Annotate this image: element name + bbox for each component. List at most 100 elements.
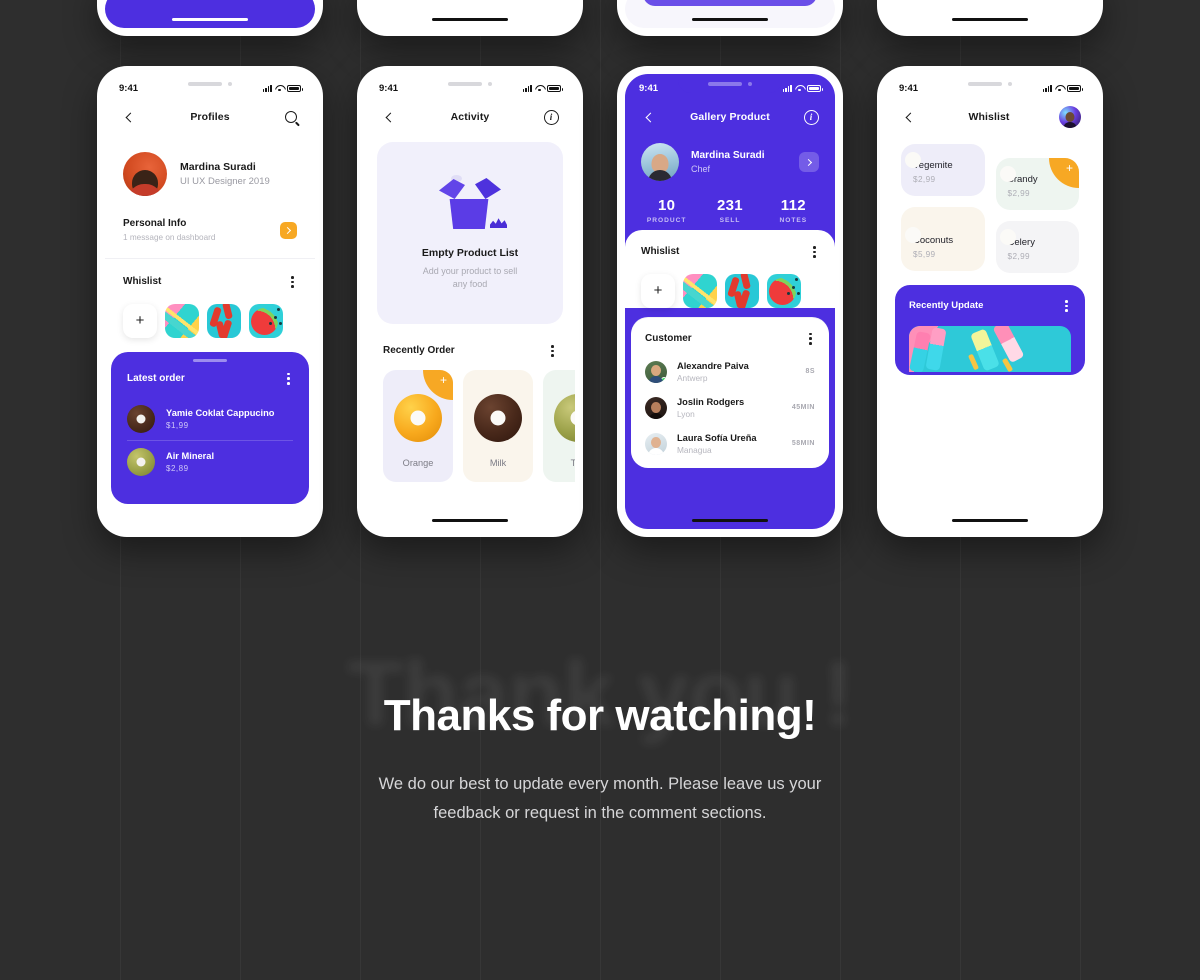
product-name: Coconuts bbox=[913, 235, 954, 246]
popsicles-thumb[interactable] bbox=[165, 303, 199, 338]
profile-summary: Mardina Suradi UI UX Designer 2019 bbox=[105, 134, 315, 196]
product-card[interactable]: Milk bbox=[463, 369, 533, 482]
product-name: Celery bbox=[1007, 237, 1035, 248]
product-card[interactable]: Coconuts $5,99 bbox=[901, 207, 985, 271]
kebab-menu-icon[interactable] bbox=[288, 273, 297, 291]
recently-update-title: Recently Update bbox=[909, 300, 984, 312]
product-card[interactable]: Tea bbox=[543, 369, 575, 482]
product-image bbox=[394, 393, 442, 442]
customer-title: Customer bbox=[645, 333, 692, 345]
back-button[interactable] bbox=[899, 107, 919, 127]
kebab-menu-icon[interactable] bbox=[810, 243, 819, 261]
page-title: Activity bbox=[450, 111, 490, 123]
empty-state-title: Empty Product List bbox=[421, 246, 519, 259]
customer-card: Customer Alexandre Paiva Antwerp 8S Josl… bbox=[631, 317, 829, 468]
home-indicator bbox=[952, 518, 1028, 522]
stat-label: PRODUCT bbox=[646, 217, 687, 224]
stat-notes: 112 NOTES bbox=[762, 197, 825, 224]
red-ice-pops-thumb[interactable] bbox=[207, 303, 241, 338]
product-card[interactable]: + Brandy $2,99 bbox=[995, 158, 1079, 210]
customer-time: 58MIN bbox=[791, 440, 815, 448]
product-price: $2,99 bbox=[1007, 252, 1030, 261]
product-name: Milk bbox=[489, 457, 507, 468]
stats-row: 10 PRODUCT 231 SELL 112 NOTES bbox=[625, 181, 835, 224]
product-card[interactable]: Vegemite $2,99 bbox=[901, 144, 985, 196]
list-item[interactable]: Alexandre Paiva Antwerp 8S bbox=[645, 354, 815, 390]
stat-label: SELL bbox=[719, 217, 741, 224]
whislist-thumbs: + bbox=[123, 303, 297, 338]
home-indicator bbox=[172, 17, 248, 21]
list-item[interactable]: Joslin Rodgers Lyon 45MIN bbox=[645, 390, 815, 426]
stat-product: 10 PRODUCT bbox=[635, 197, 698, 224]
customer-time: 45MIN bbox=[791, 404, 815, 412]
back-button[interactable] bbox=[639, 107, 659, 127]
customer-name: Laura Sofía Ureña bbox=[677, 432, 757, 443]
popsicles-thumb[interactable] bbox=[683, 273, 717, 308]
navbar-activity: Activity i bbox=[365, 100, 575, 134]
chevron-right-icon[interactable] bbox=[280, 221, 297, 239]
phone-mockup-top-4 bbox=[877, 0, 1103, 36]
stat-value: 231 bbox=[717, 197, 743, 214]
phone-mockup-top-2 bbox=[357, 0, 583, 36]
popsicles-banner[interactable] bbox=[909, 325, 1071, 372]
gallery-header: Gallery Product i Mardina Suradi Chef 10… bbox=[625, 100, 835, 244]
empty-state-subtitle-1: Add your product to sell bbox=[422, 265, 518, 276]
phone-mockup-top-1 bbox=[97, 0, 323, 36]
home-indicator bbox=[172, 518, 248, 522]
presentation-canvas: 9:41 Profiles Mardina Suradi UI UX Desig… bbox=[0, 0, 1200, 980]
back-button[interactable] bbox=[379, 107, 399, 127]
list-item[interactable]: Laura Sofía Ureña Managua 58MIN bbox=[645, 426, 815, 462]
avatar bbox=[645, 432, 667, 455]
wifi-icon bbox=[275, 85, 284, 92]
cellular-signal-icon bbox=[262, 84, 272, 92]
watermelon-thumb[interactable] bbox=[249, 303, 283, 338]
list-item[interactable]: Yamie Coklat Cappucino $1,99 bbox=[127, 398, 293, 440]
add-whislist-button[interactable]: + bbox=[123, 303, 157, 338]
list-item[interactable]: Air Mineral $2,89 bbox=[127, 439, 293, 483]
device-notch bbox=[678, 74, 782, 93]
whislist-section: Whislist + bbox=[625, 230, 835, 308]
home-indicator bbox=[432, 17, 508, 21]
phone-mockup-top-3 bbox=[617, 0, 843, 36]
product-card[interactable]: + Orange bbox=[383, 369, 453, 482]
search-icon[interactable] bbox=[281, 107, 301, 127]
kebab-menu-icon[interactable] bbox=[548, 342, 557, 360]
product-card[interactable]: Celery $2,99 bbox=[995, 221, 1079, 273]
product-price: $2,99 bbox=[913, 175, 936, 184]
customer-name: Joslin Rodgers bbox=[677, 396, 745, 407]
product-name: Orange bbox=[402, 457, 434, 468]
personal-info-title: Personal Info bbox=[123, 218, 187, 229]
stat-label: NOTES bbox=[779, 217, 808, 224]
navbar-gallery: Gallery Product i bbox=[625, 100, 835, 134]
back-button[interactable] bbox=[119, 107, 139, 127]
red-ice-pops-thumb[interactable] bbox=[725, 273, 759, 308]
personal-info-row[interactable]: Personal Info 1 message on dashboard bbox=[105, 196, 315, 258]
kebab-menu-icon[interactable] bbox=[1062, 297, 1071, 315]
home-indicator bbox=[692, 17, 768, 21]
thanks-paragraph-line-2: feedback or request in the comment secti… bbox=[433, 803, 767, 822]
battery-icon bbox=[287, 84, 303, 92]
status-time: 9:41 bbox=[899, 82, 919, 94]
recently-order-list: + Orange Milk Tea bbox=[365, 369, 575, 482]
order-item-price: $1,99 bbox=[166, 420, 189, 430]
whislist-thumbs: + bbox=[641, 273, 819, 308]
cellular-signal-icon bbox=[1042, 84, 1052, 92]
kebab-menu-icon[interactable] bbox=[284, 370, 293, 388]
battery-icon bbox=[547, 84, 563, 92]
product-grid: Vegemite $2,99 Coconuts $5,99 + Brandy $ bbox=[885, 134, 1095, 273]
sheet-grabber[interactable] bbox=[193, 358, 227, 363]
avatar[interactable] bbox=[1059, 106, 1081, 128]
add-whislist-button[interactable]: + bbox=[641, 273, 675, 308]
order-item-name: Air Mineral bbox=[166, 450, 215, 461]
navbar-profiles: Profiles bbox=[105, 100, 315, 134]
wifi-icon bbox=[535, 85, 544, 92]
info-icon[interactable]: i bbox=[801, 107, 821, 127]
watermelon-thumb[interactable] bbox=[767, 273, 801, 308]
phone-mockup-gallery: 9:41 Gallery Product i Mardina Suradi Ch… bbox=[617, 66, 843, 537]
chevron-right-icon[interactable] bbox=[799, 152, 819, 172]
latest-order-card: Latest order Yamie Coklat Cappucino $1,9… bbox=[111, 351, 309, 504]
device-notch bbox=[938, 74, 1042, 93]
customer-name: Alexandre Paiva bbox=[677, 360, 749, 371]
info-icon[interactable]: i bbox=[541, 107, 561, 127]
kebab-menu-icon[interactable] bbox=[806, 330, 815, 348]
